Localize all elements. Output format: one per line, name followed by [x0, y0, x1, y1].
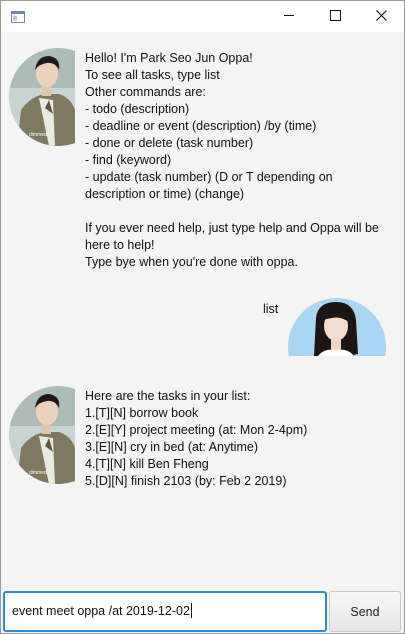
user-avatar — [288, 298, 386, 356]
command-input[interactable]: event meet oppa /at 2019-12-02 — [3, 591, 327, 632]
send-button[interactable]: Send — [329, 591, 401, 632]
maximize-button[interactable] — [312, 1, 358, 32]
input-bar: event meet oppa /at 2019-12-02 Send — [1, 588, 404, 633]
minimize-icon — [283, 8, 295, 26]
oppa-avatar: dimmed — [9, 386, 75, 484]
app-window: dimmed Hello! I'm Park Seo Jun Oppa! To … — [0, 0, 405, 634]
text-caret — [190, 603, 192, 618]
close-button[interactable] — [358, 1, 404, 32]
title-bar[interactable] — [1, 1, 404, 32]
window-icon — [11, 10, 25, 23]
dialog-container[interactable]: dimmed Hello! I'm Park Seo Jun Oppa! To … — [1, 32, 404, 588]
bot-message: Hello! I'm Park Seo Jun Oppa! To see all… — [85, 51, 379, 269]
close-icon — [375, 8, 387, 26]
maximize-icon — [329, 8, 341, 26]
svg-text:dimmed: dimmed — [29, 132, 47, 138]
command-input-value: event meet oppa /at 2019-12-02 — [12, 604, 190, 618]
user-message: list — [263, 302, 279, 316]
minimize-button[interactable] — [266, 1, 312, 32]
oppa-avatar: dimmed — [9, 48, 75, 146]
bot-message: Here are the tasks in your list: 1.[T][N… — [85, 389, 308, 488]
svg-text:dimmed: dimmed — [29, 470, 47, 476]
